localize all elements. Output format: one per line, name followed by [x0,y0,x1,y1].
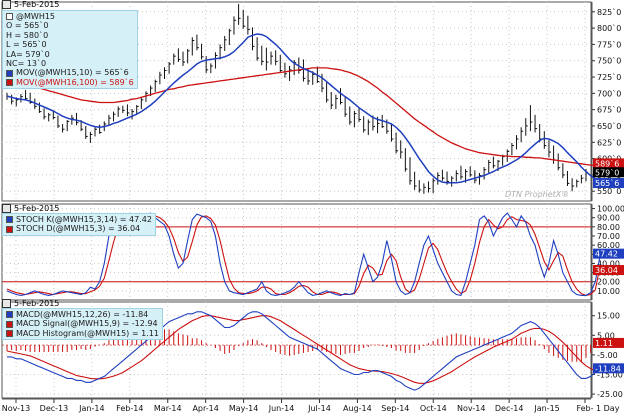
x-axis-tick-label: Dec-13 [40,404,69,413]
legend-high: H = 580`0 [6,30,49,40]
stoch-axis-tick-label: 70.00 [597,232,620,241]
price-axis-tick-label: 800`0 [597,23,621,33]
stoch-panel-header: 5-Feb-2015 [2,204,59,213]
stoch-axis-tick-label: 20.00 [597,278,620,287]
price-legend: @MWH15 O = 565`0 H = 580`0 L = 565`0 LA=… [2,10,138,90]
stoch-axis-tick-label: 90.00 [597,214,620,223]
stoch-value-tag: 47.42 [595,250,618,259]
x-axis-tick-label: Jun-14 [268,404,295,413]
x-axis-tick-label: Mar-14 [154,404,182,413]
legend-ma100[interactable]: MOV(@MWH16,100) = 589`6 [6,78,134,87]
x-axis-tick-label: Aug-14 [343,404,372,413]
stoch-axis-tick-label: 80.00 [597,223,620,232]
x-axis-tick-label: Nov-14 [457,404,485,413]
legend-symbol[interactable]: @MWH15 [6,12,134,21]
legend-macd[interactable]: MACD(@MWH15,12,26) = -11.84 [6,310,159,319]
price-axis-tick-label: 825`0 [597,7,621,17]
chart-window: 825`0 800`0 775`0 750`0 725`0 700`0 675`0 650`0… [0,0,624,414]
price-axis-tick-label: 625`0 [597,137,621,147]
stoch-axis-tick-label: 100.00 [597,205,624,214]
price-axis-tick-label: 675`0 [597,105,621,115]
x-axis-tick-label: Feb-14 [116,404,143,413]
price-axis-tick-label: 725`0 [597,72,621,82]
price-panel-header: 5-Feb-2015 [2,0,59,9]
macd-axis-tick-label: -25.00 [597,390,623,399]
panel-menu-icon[interactable] [2,204,11,213]
x-axis-tick-label: Sep-14 [381,404,409,413]
x-axis-tick-label: Jan-15 [533,404,559,413]
stoch-value-tag: 36.04 [595,266,618,275]
interval-label: 1 Day [596,404,620,413]
price-axis-tick-label: 750`0 [597,56,621,66]
watermark: DTN ProphetX® [505,190,569,199]
legend-stoch-d[interactable]: STOCH D(@MWH15,3) = 36.04 [6,224,152,233]
price-axis-tick-label: 775`0 [597,39,621,49]
price-value-tag: 589`6 [595,158,619,168]
legend-macd-histogram[interactable]: MACD Histogram(@MWH15) = 1.11 [6,329,159,338]
x-axis-tick-label: Jan-14 [78,404,104,413]
macd-legend: MACD(@MWH15,12,26) = -11.84 MACD Signal(… [2,308,163,341]
x-axis-tick-label: Jul-14 [307,404,331,413]
legend-low: L = 565`0 [6,40,47,50]
stoch-axis-tick-label: 10.00 [597,287,620,296]
panel-menu-icon[interactable] [2,299,11,308]
macd-axis-tick-label: -5.00 [597,351,618,360]
x-axis-tick-label: Nov-13 [2,404,30,413]
stoch-date: 5-Feb-2015 [14,204,60,213]
price-axis-tick-label: 700`0 [597,88,621,98]
x-axis-tick-label: May-14 [229,404,258,413]
legend-stoch-k[interactable]: STOCH K(@MWH15,3,14) = 47.42 [6,215,152,224]
macd-panel-header: 5-Feb-2015 [2,299,59,308]
macd-date: 5-Feb-2015 [14,299,60,308]
stoch-legend: STOCH K(@MWH15,3,14) = 47.42 STOCH D(@MW… [2,213,156,236]
x-axis-tick-label: Feb- [576,404,593,413]
panel-menu-icon[interactable] [2,0,11,9]
price-value-tag: 565`6 [595,178,619,188]
price-axis-tick-label: 650`0 [597,121,621,131]
x-axis-tick-label: Dec-14 [495,404,524,413]
legend-ma10[interactable]: MOV(@MWH15,10) = 565`6 [6,68,134,77]
legend-open: O = 565`0 [6,21,49,31]
legend-last: LA= 579`0 [6,49,50,59]
macd-value-tag: 1.11 [595,339,613,348]
price-value-tag: 579`0 [595,167,619,177]
x-axis-tick-label: Oct-14 [420,404,447,413]
legend-macd-signal[interactable]: MACD Signal(@MWH15,9) = -12.94 [6,319,159,328]
x-axis-tick-label: Apr-14 [192,404,218,413]
macd-axis-tick-label: 15.00 [597,312,620,321]
price-date: 5-Feb-2015 [14,0,60,9]
macd-value-tag: -11.84 [595,364,621,373]
